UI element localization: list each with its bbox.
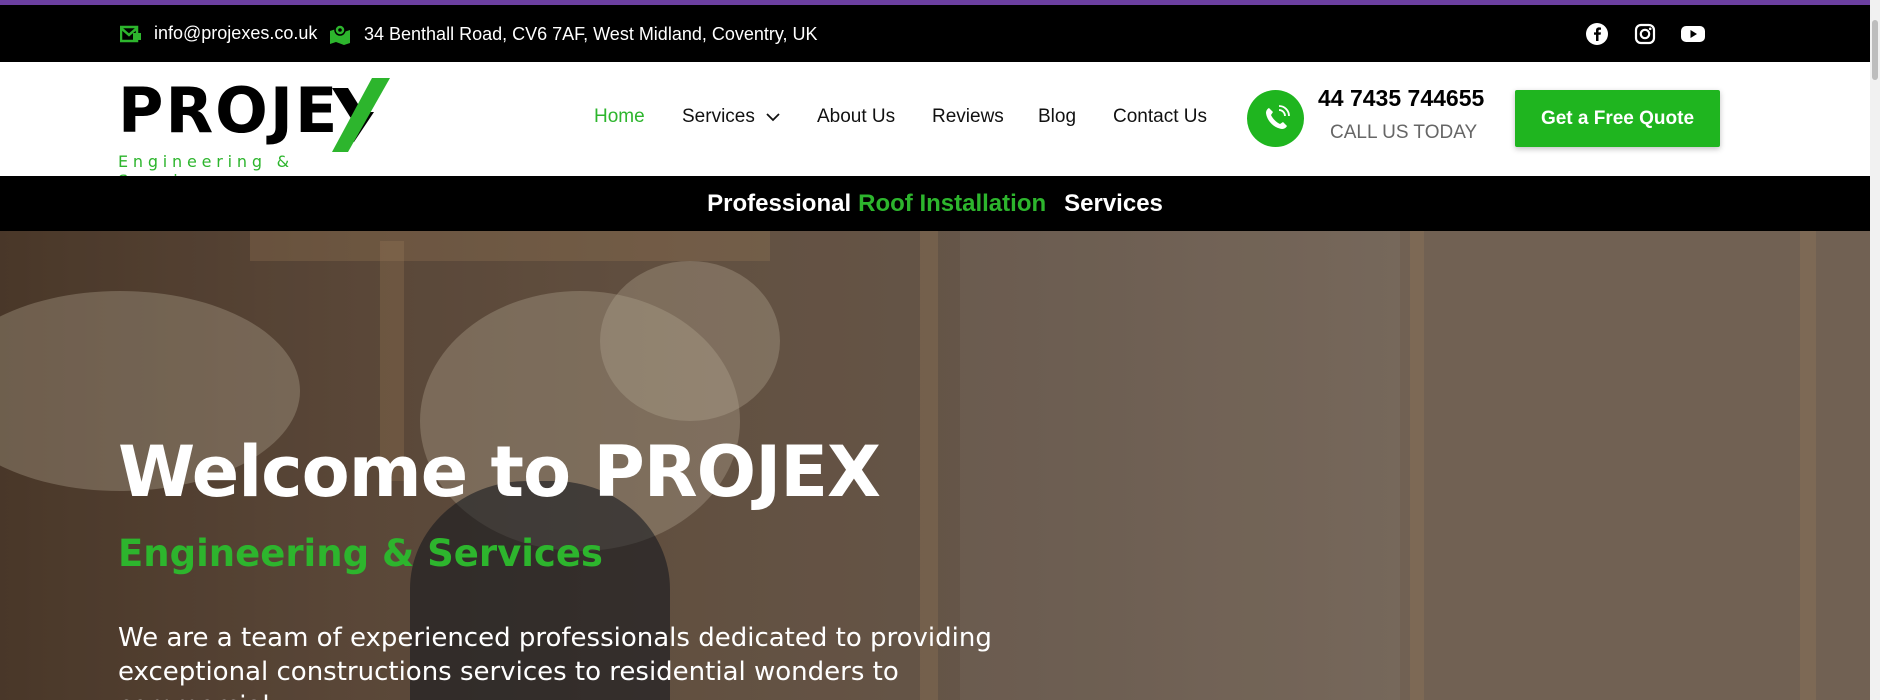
nav-about-us[interactable]: About Us (817, 106, 895, 128)
logo-x-mark (332, 78, 390, 152)
address-info: 34 Benthall Road, CV6 7AF, West Midland,… (328, 23, 818, 45)
map-pin-icon (330, 24, 350, 45)
nav-home[interactable]: Home (594, 106, 645, 128)
address-text: 34 Benthall Road, CV6 7AF, West Midland,… (364, 23, 818, 44)
hero-section: Welcome to PROJEX Engineering & Services… (0, 231, 1870, 700)
chevron-down-icon (766, 113, 780, 122)
logo-wordmark: PROJE (118, 74, 340, 147)
nav-services[interactable]: Services (682, 106, 780, 128)
instagram-icon[interactable] (1632, 21, 1658, 47)
banner-highlight: Roof Installation (858, 189, 1047, 217)
top-info-bar: info@projexes.co.uk 34 Benthall Road, CV… (0, 5, 1880, 62)
nav-blog[interactable]: Blog (1038, 106, 1076, 128)
nav-contact-us[interactable]: Contact Us (1113, 106, 1207, 128)
call-us-label: CALL US TODAY (1330, 122, 1478, 143)
nav-services-label: Services (682, 106, 755, 127)
email-icon (120, 25, 141, 42)
hero-subtitle: Engineering & Services (118, 532, 603, 575)
hero-description: We are a team of experienced professiona… (118, 623, 992, 700)
site-header: PROJE Engineering & Services Home Servic… (0, 62, 1870, 190)
phone-icon (1265, 104, 1290, 129)
banner-prefix: Professional (707, 189, 852, 217)
promo-banner: Professional Roof Installation Services (0, 176, 1870, 231)
site-logo[interactable]: PROJE Engineering & Services (118, 72, 398, 190)
nav-reviews[interactable]: Reviews (932, 106, 1004, 128)
social-links (1584, 21, 1706, 47)
youtube-icon[interactable] (1680, 21, 1706, 47)
get-free-quote-button[interactable]: Get a Free Quote (1515, 90, 1720, 147)
email-text[interactable]: info@projexes.co.uk (154, 23, 317, 44)
phone-button[interactable] (1247, 90, 1304, 147)
email-info[interactable]: info@projexes.co.uk (120, 23, 317, 44)
page-scrollbar[interactable] (1870, 0, 1880, 700)
hero-title: Welcome to PROJEX (118, 431, 881, 513)
banner-suffix: Services (1064, 189, 1163, 217)
phone-number[interactable]: 44 7435 744655 (1318, 85, 1484, 112)
facebook-icon[interactable] (1584, 21, 1610, 47)
scrollbar-thumb[interactable] (1872, 20, 1878, 80)
